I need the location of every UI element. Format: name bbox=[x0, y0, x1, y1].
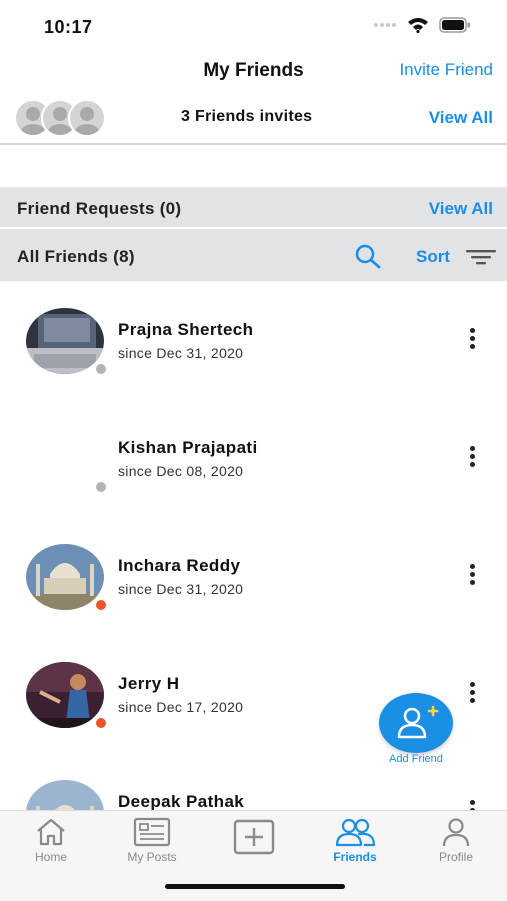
add-friend-icon bbox=[397, 705, 439, 739]
friend-row[interactable]: Inchara Reddy since Dec 31, 2020 bbox=[0, 519, 507, 639]
more-options-icon[interactable] bbox=[467, 446, 477, 472]
search-icon[interactable] bbox=[354, 243, 382, 269]
all-friends-label: All Friends (8) bbox=[17, 247, 135, 266]
status-bar: 10:17 bbox=[0, 0, 507, 52]
status-dot bbox=[94, 598, 108, 612]
divider bbox=[0, 143, 507, 145]
friend-row[interactable]: Kishan Prajapati since Dec 08, 2020 bbox=[0, 401, 507, 521]
sort-button[interactable]: Sort bbox=[416, 247, 450, 267]
tab-label: My Posts bbox=[127, 850, 177, 864]
status-dot bbox=[94, 362, 108, 376]
friends-icon bbox=[335, 818, 376, 847]
friend-name: Inchara Reddy bbox=[118, 556, 241, 575]
friend-name: Kishan Prajapati bbox=[118, 438, 258, 457]
status-dot bbox=[94, 716, 108, 730]
tab-home[interactable]: Home bbox=[1, 811, 101, 871]
profile-icon bbox=[442, 818, 470, 847]
home-icon bbox=[37, 818, 65, 846]
friend-requests-view-all-button[interactable]: View All bbox=[429, 199, 493, 219]
battery-icon bbox=[439, 17, 470, 33]
add-post-icon bbox=[233, 819, 275, 855]
tab-label: Home bbox=[34, 850, 67, 864]
friend-since: since Dec 31, 2020 bbox=[118, 345, 244, 361]
friend-avatar bbox=[26, 544, 104, 610]
friend-avatar bbox=[26, 426, 104, 492]
friend-requests-header: Friend Requests (0) View All bbox=[0, 187, 507, 227]
invites-view-all-button[interactable]: View All bbox=[429, 108, 493, 128]
tab-label: Friends bbox=[333, 850, 377, 864]
add-friend-fab[interactable] bbox=[379, 693, 453, 753]
friend-name: Prajna Shertech bbox=[118, 320, 254, 339]
more-options-icon[interactable] bbox=[467, 328, 477, 354]
friend-name: Deepak Pathak bbox=[118, 792, 245, 811]
friend-since: since Dec 08, 2020 bbox=[118, 463, 244, 479]
status-dot bbox=[94, 480, 108, 494]
tab-my-posts[interactable]: My Posts bbox=[102, 811, 202, 871]
tab-label: Profile bbox=[438, 850, 473, 864]
friend-since: since Dec 17, 2020 bbox=[118, 699, 244, 715]
nav-bar: My Friends Invite Friend bbox=[0, 52, 507, 92]
more-options-icon[interactable] bbox=[467, 682, 477, 708]
invite-friend-button[interactable]: Invite Friend bbox=[399, 60, 493, 80]
tab-friends[interactable]: Friends bbox=[305, 811, 405, 871]
home-indicator bbox=[165, 884, 345, 889]
all-friends-header: All Friends (8) Sort bbox=[0, 229, 507, 281]
avatar-placeholder-icon bbox=[68, 99, 106, 137]
invite-avatars bbox=[14, 99, 109, 137]
tab-add-post[interactable] bbox=[204, 811, 304, 871]
friend-requests-label: Friend Requests (0) bbox=[17, 199, 182, 218]
friend-since: since Dec 31, 2020 bbox=[118, 581, 244, 597]
status-icons bbox=[373, 17, 471, 33]
friend-name: Jerry H bbox=[118, 674, 180, 693]
sort-icon[interactable] bbox=[466, 249, 498, 265]
invites-count: 3 Friends invites bbox=[181, 108, 313, 125]
posts-icon bbox=[133, 817, 171, 847]
more-options-icon[interactable] bbox=[467, 564, 477, 590]
tab-profile[interactable]: Profile bbox=[406, 811, 506, 871]
wifi-icon bbox=[408, 18, 428, 33]
invites-row[interactable]: 3 Friends invites View All bbox=[0, 96, 507, 142]
friend-avatar bbox=[26, 308, 104, 374]
friend-avatar bbox=[26, 662, 104, 728]
add-friend-label: Add Friend bbox=[389, 753, 443, 765]
cellular-signal-icon bbox=[374, 23, 396, 27]
status-time: 10:17 bbox=[44, 17, 93, 37]
friend-row[interactable]: Prajna Shertech since Dec 31, 2020 bbox=[0, 283, 507, 403]
